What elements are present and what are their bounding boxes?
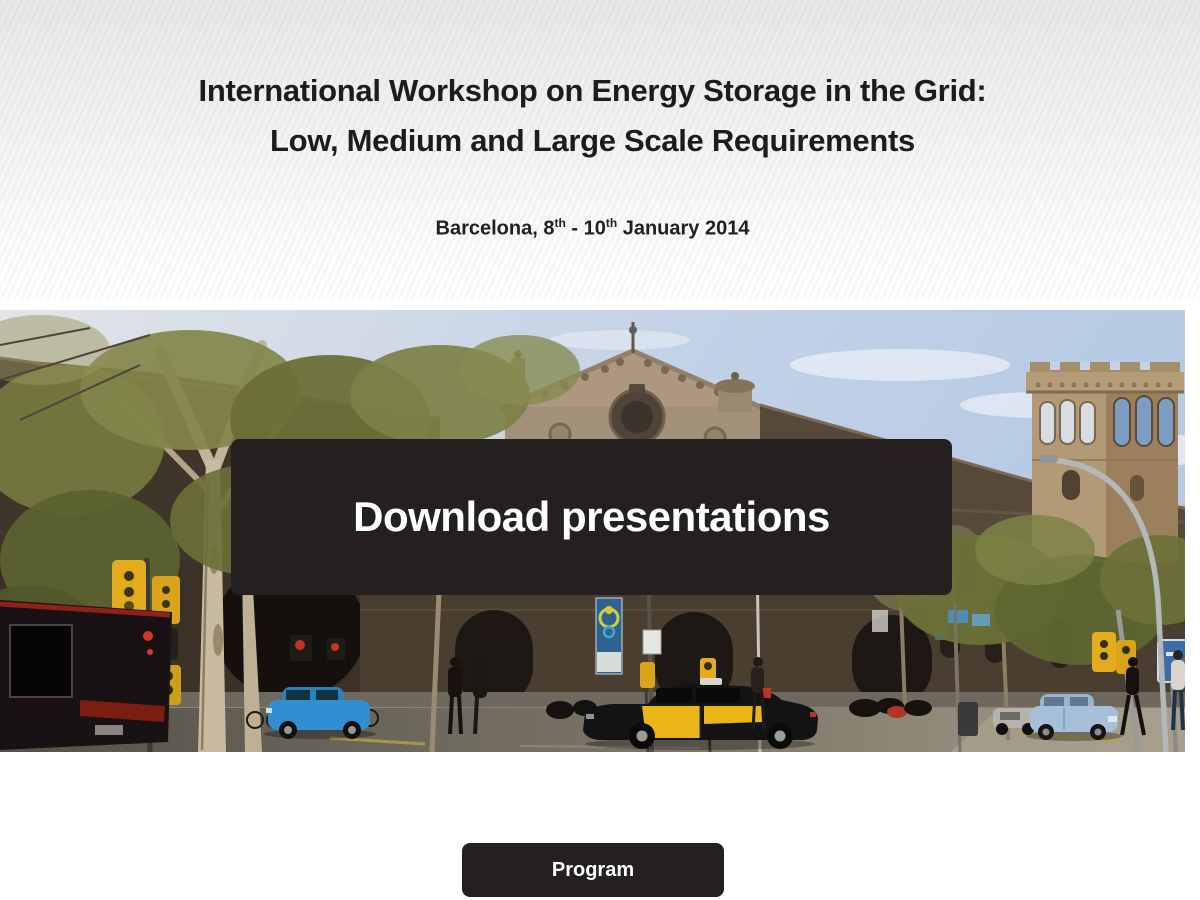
download-presentations-button[interactable]: Download presentations xyxy=(231,439,952,595)
event-date-sup2: th xyxy=(606,216,617,230)
event-date-range: - 10 xyxy=(566,218,606,240)
red-signal-light xyxy=(295,640,305,650)
event-date-rest: January 2014 xyxy=(617,218,749,240)
tower-windows-side xyxy=(1114,396,1174,446)
tower-windows-front xyxy=(1040,400,1095,444)
program-button[interactable]: Program xyxy=(462,843,724,897)
page-title-line1: International Workshop on Energy Storage… xyxy=(0,66,1185,116)
page-title: International Workshop on Energy Storage… xyxy=(0,0,1185,166)
page-title-line2: Low, Medium and Large Scale Requirements xyxy=(0,116,1185,166)
event-date-city: Barcelona, 8 xyxy=(436,218,555,240)
event-date: Barcelona, 8th - 10th January 2014 xyxy=(0,216,1185,241)
event-date-sup1: th xyxy=(554,216,565,230)
city-bus xyxy=(0,600,172,750)
workshop-landing-page: International Workshop on Energy Storage… xyxy=(0,0,1200,900)
